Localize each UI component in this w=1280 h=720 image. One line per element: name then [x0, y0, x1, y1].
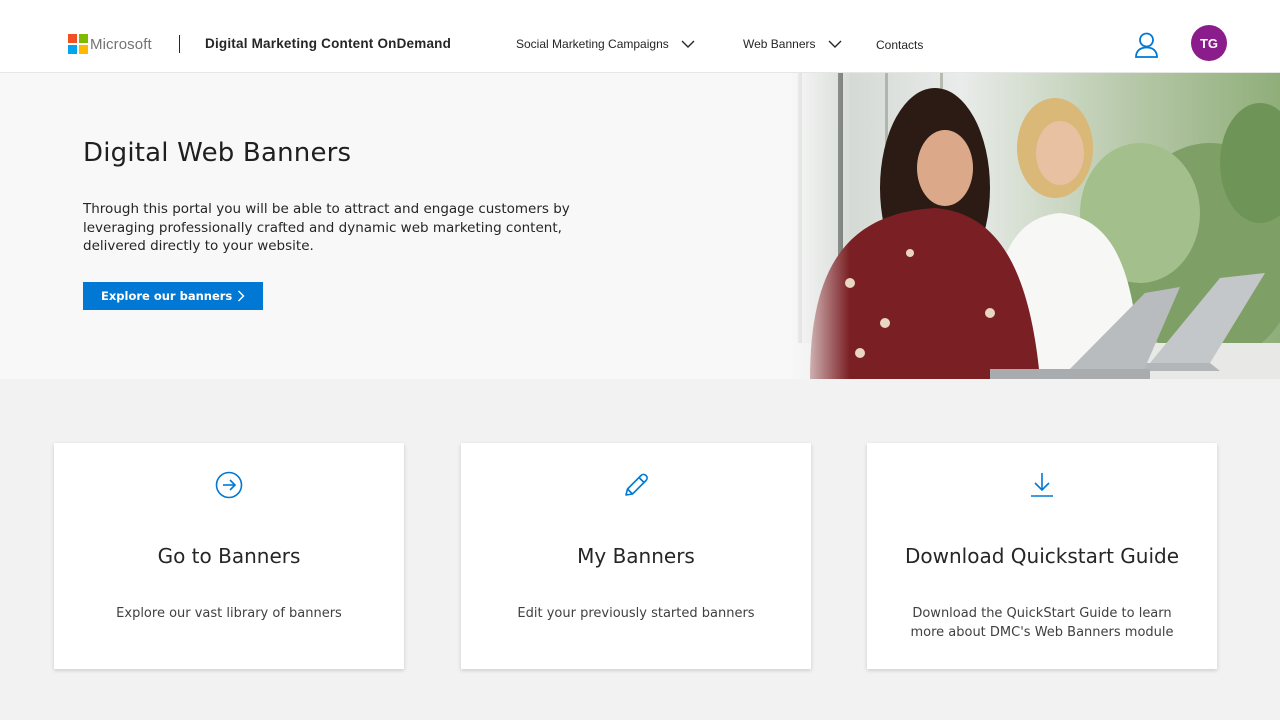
avatar[interactable]: TG: [1191, 25, 1227, 61]
card-description: Explore our vast library of banners: [116, 606, 342, 621]
hero-section: Digital Web Banners Through this portal …: [0, 73, 1280, 379]
download-icon: [1031, 473, 1053, 497]
nav-web-banners[interactable]: Web Banners: [743, 37, 842, 51]
site-header: Microsoft Digital Marketing Content OnDe…: [0, 0, 1280, 73]
download-quickstart-card[interactable]: Download Quickstart Guide Download the Q…: [867, 443, 1217, 669]
site-title[interactable]: Digital Marketing Content OnDemand: [205, 36, 451, 51]
card-title: Download Quickstart Guide: [905, 544, 1179, 568]
microsoft-logo-icon: [68, 34, 88, 54]
card-description: Edit your previously started banners: [517, 606, 755, 621]
chevron-down-icon: [681, 40, 695, 48]
person-icon[interactable]: [1133, 31, 1160, 59]
page-title: Digital Web Banners: [83, 138, 352, 168]
hero-description: Through this portal you will be able to …: [83, 201, 570, 254]
header-divider: [179, 35, 180, 53]
microsoft-brand-text: Microsoft: [90, 35, 152, 53]
my-banners-card[interactable]: My Banners Edit your previously started …: [461, 443, 811, 669]
card-title: My Banners: [577, 544, 695, 568]
pencil-icon: [625, 473, 648, 496]
chevron-right-icon: [238, 290, 245, 302]
go-to-banners-card[interactable]: Go to Banners Explore our vast library o…: [54, 443, 404, 669]
card-description: Download the QuickStart Guide to learn m…: [910, 606, 1174, 640]
hero-image: [790, 73, 1280, 379]
nav-social-marketing-campaigns[interactable]: Social Marketing Campaigns: [516, 37, 695, 51]
explore-banners-button[interactable]: Explore our banners: [83, 282, 263, 310]
microsoft-logo[interactable]: Microsoft: [68, 34, 152, 54]
card-title: Go to Banners: [157, 544, 301, 568]
arrow-circle-right-icon: [215, 471, 243, 499]
nav-label: Contacts: [876, 38, 924, 52]
explore-banners-label: Explore our banners: [101, 289, 233, 303]
nav-label: Web Banners: [743, 37, 816, 51]
nav-label: Social Marketing Campaigns: [516, 37, 669, 51]
chevron-down-icon: [828, 40, 841, 48]
nav-contacts[interactable]: Contacts: [876, 38, 923, 52]
